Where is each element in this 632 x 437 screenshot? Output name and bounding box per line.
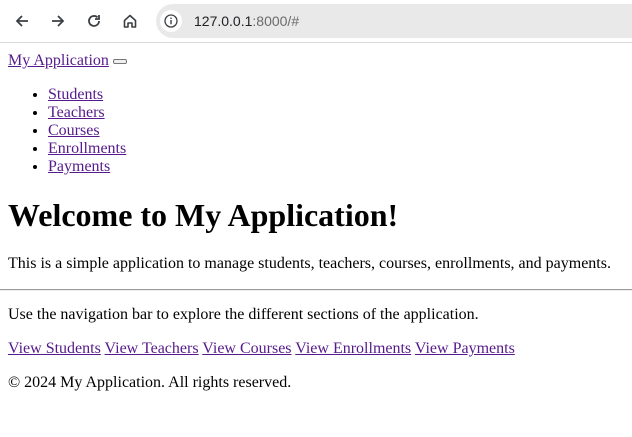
nav-item-enrollments: Enrollments [48,140,624,158]
address-bar[interactable]: 127.0.0.1:8000/# [156,4,632,38]
nav-item-courses: Courses [48,122,624,140]
url-text[interactable]: 127.0.0.1:8000/# [194,13,299,29]
divider [0,289,632,291]
page-content: My Application Students Teachers Courses… [0,52,632,392]
arrow-left-icon [15,15,28,27]
navbar-toggler-button[interactable] [112,58,127,64]
reload-button[interactable] [82,9,106,33]
home-icon [123,14,137,28]
nav-item-payments: Payments [48,158,624,176]
nav-item-students: Students [48,86,624,104]
arrow-right-icon [52,15,65,27]
quick-links: View Students View Teachers View Courses… [8,340,624,358]
reload-icon [88,15,100,27]
url-path: :8000/# [252,13,300,29]
view-payments-link[interactable]: View Payments [415,340,515,357]
navigation-hint: Use the navigation bar to explore the di… [8,306,479,323]
browser-toolbar: 127.0.0.1:8000/# [0,0,632,43]
nav-link-enrollments[interactable]: Enrollments [48,140,126,157]
site-info-icon[interactable] [160,10,182,32]
url-host: 127.0.0.1 [194,13,253,29]
back-button[interactable] [10,9,34,33]
nav-link-teachers[interactable]: Teachers [48,104,105,121]
view-teachers-link[interactable]: View Teachers [105,340,199,357]
footer-copyright: © 2024 My Application. All rights reserv… [8,374,292,391]
navbar: My Application [8,52,624,70]
forward-button[interactable] [46,9,70,33]
brand-link[interactable]: My Application [8,52,109,69]
view-courses-link[interactable]: View Courses [202,340,291,357]
page-title: Welcome to My Application! [8,197,399,233]
nav-menu: Students Teachers Courses Enrollments Pa… [8,86,624,176]
view-enrollments-link[interactable]: View Enrollments [295,340,411,357]
view-students-link[interactable]: View Students [8,340,101,357]
page-description: This is a simple application to manage s… [8,255,611,272]
nav-item-teachers: Teachers [48,104,624,122]
nav-link-courses[interactable]: Courses [48,122,100,139]
home-button[interactable] [118,9,142,33]
nav-link-payments[interactable]: Payments [48,158,110,175]
nav-link-students[interactable]: Students [48,86,103,103]
